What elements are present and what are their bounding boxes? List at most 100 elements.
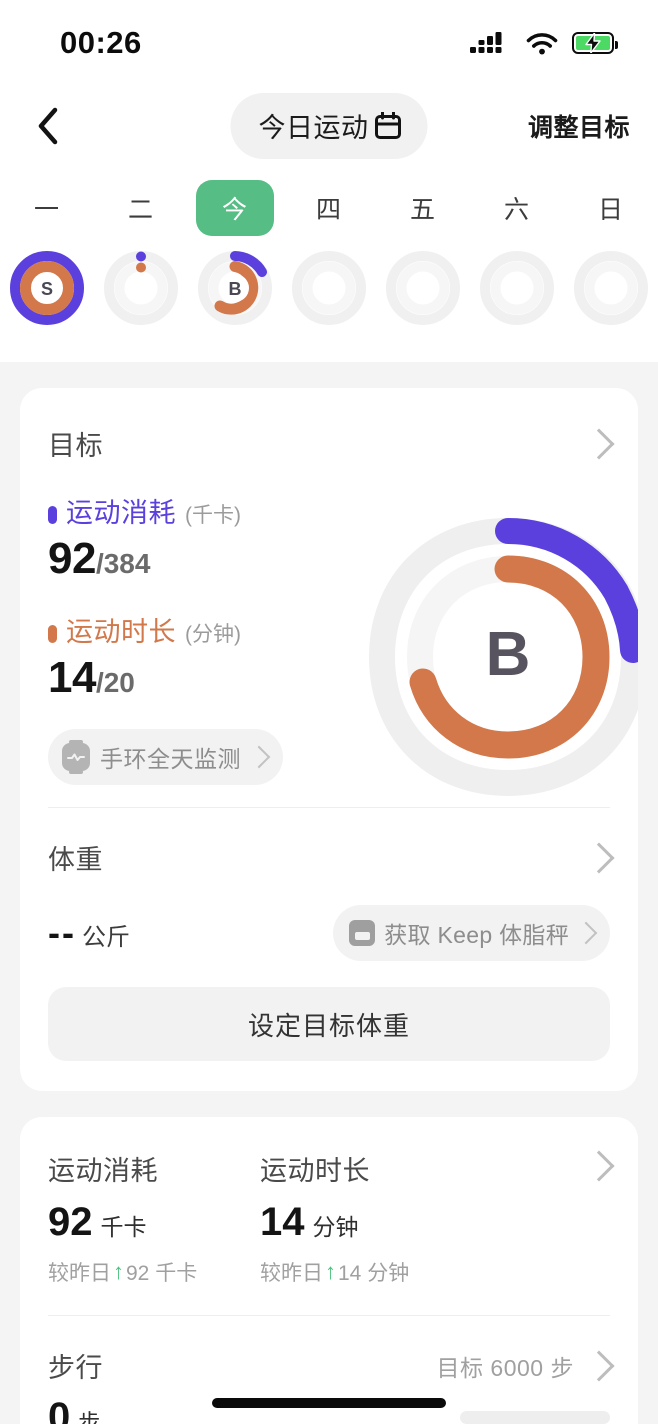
steps-goal-group[interactable]: 目标 6000 步	[436, 1349, 615, 1383]
compare-value: 92 千卡	[126, 1262, 198, 1285]
scale-icon	[349, 920, 376, 946]
steps-progress-bar	[460, 1411, 610, 1424]
steps-value: 0	[48, 1395, 71, 1424]
stat-duration: 运动时长 14 分钟 较昨日 ↑ 14 分钟	[260, 1149, 472, 1287]
stat-calories: 运动消耗 92 千卡 较昨日 ↑ 92 千卡	[48, 1149, 260, 1287]
page-title: 今日运动	[258, 113, 369, 143]
day-badge-letter: B	[229, 279, 242, 299]
steps-title: 步行	[48, 1353, 103, 1383]
weight-section: 体重 -- 公斤 获取 Keep 体脂秤 设定目标体重	[48, 808, 615, 1061]
chevron-right-icon[interactable]	[583, 1150, 615, 1182]
steps-value-group: 0 步	[48, 1395, 100, 1424]
week-day-strip: 一 S 二 今 B 四 五 六 日	[0, 166, 658, 362]
day-label: 五	[409, 196, 436, 224]
day-badge-letter: S	[41, 279, 53, 299]
chevron-right-icon[interactable]	[583, 427, 615, 460]
day-item-thu[interactable]: 四	[282, 180, 376, 328]
arrow-up-icon: ↑	[325, 1259, 336, 1284]
stat-value-group: 14 分钟	[260, 1200, 472, 1245]
stats-card: 运动消耗 92 千卡 较昨日 ↑ 92 千卡 运动时长 14 分钟 较昨日 ↑ …	[20, 1117, 638, 1424]
day-ring-dots	[101, 248, 181, 328]
calendar-icon[interactable]	[375, 110, 402, 140]
day-label: 二	[127, 196, 154, 224]
day-ring-partial: B	[195, 248, 275, 328]
stat-title: 运动时长	[260, 1156, 370, 1186]
home-indicator	[212, 1398, 446, 1408]
status-icons	[470, 31, 618, 55]
duration-color-dot	[48, 625, 57, 643]
metric-current: 14	[48, 653, 96, 702]
day-item-mon[interactable]: 一 S	[0, 180, 94, 328]
compare-prefix: 较昨日	[48, 1262, 111, 1285]
stat-value-group: 92 千卡	[48, 1200, 260, 1245]
keep-pill-label: 获取 Keep 体脂秤	[384, 922, 569, 948]
chevron-left-icon	[38, 107, 58, 145]
weight-title: 体重	[48, 845, 103, 875]
ring-badge-letter: B	[486, 620, 531, 689]
chevron-right-icon[interactable]	[583, 841, 615, 874]
metric-name: 运动时长	[66, 617, 176, 647]
watch-icon	[62, 743, 90, 771]
metric-duration-label: 运动时长 (分钟)	[48, 610, 368, 649]
chevron-right-icon	[247, 745, 271, 769]
day-item-today[interactable]: 今 B	[188, 180, 282, 328]
weight-value: --	[48, 912, 76, 953]
day-label: 一	[33, 196, 60, 224]
goal-card: 目标 运动消耗 (千卡) 92 /384 运动时长 (分钟) 14 /20 手环…	[20, 388, 638, 1091]
band-monitoring-pill[interactable]: 手环全天监测	[48, 729, 283, 785]
steps-goal-label: 目标 6000 步	[436, 1354, 574, 1381]
day-item-fri[interactable]: 五	[376, 180, 470, 328]
get-keep-scale-pill[interactable]: 获取 Keep 体脂秤	[333, 905, 610, 961]
metric-calorie-value: 92 /384	[48, 534, 368, 584]
day-label: 四	[315, 196, 342, 224]
day-ring-empty	[571, 248, 651, 328]
day-label-today: 今	[196, 180, 274, 236]
metric-total: /20	[95, 667, 135, 698]
goal-title: 目标	[48, 431, 103, 461]
weight-value-group: -- 公斤	[48, 912, 130, 954]
metric-current: 92	[48, 534, 96, 583]
day-item-sat[interactable]: 六	[470, 180, 564, 328]
compare-value: 14 分钟	[338, 1262, 410, 1285]
day-item-sun[interactable]: 日	[564, 180, 658, 328]
app-screen: 00:26 今日运动 调整目标 一 S 二 今 B 四 五 六 日 目标 运动消…	[0, 0, 658, 1424]
goal-body: 运动消耗 (千卡) 92 /384 运动时长 (分钟) 14 /20 手环全天监…	[48, 463, 638, 797]
signal-bars-icon	[470, 31, 510, 55]
day-ring-empty	[477, 248, 557, 328]
metric-unit: (分钟)	[185, 623, 241, 646]
stat-comparison: 较昨日 ↑ 14 分钟	[260, 1257, 472, 1287]
set-target-weight-button[interactable]: 设定目标体重	[48, 987, 610, 1061]
adjust-goal-button[interactable]: 调整目标	[528, 108, 630, 144]
calorie-color-dot	[48, 506, 57, 524]
metric-duration-value: 14 /20	[48, 653, 368, 703]
metric-calorie-label: 运动消耗 (千卡)	[48, 491, 368, 530]
stat-value: 14	[260, 1200, 305, 1244]
day-label: 日	[597, 196, 624, 224]
weight-unit: 公斤	[81, 924, 130, 951]
status-bar: 00:26	[0, 0, 658, 86]
today-workout-title-pill[interactable]: 今日运动	[230, 93, 428, 159]
stat-unit: 千卡	[100, 1214, 147, 1240]
steps-header[interactable]: 步行 目标 6000 步	[48, 1346, 615, 1385]
day-label: 六	[503, 196, 530, 224]
wifi-icon	[526, 32, 558, 55]
battery-charging-icon	[572, 32, 618, 54]
chevron-right-icon	[574, 921, 598, 945]
weight-header[interactable]: 体重	[48, 838, 615, 877]
goal-metrics: 运动消耗 (千卡) 92 /384 运动时长 (分钟) 14 /20 手环全天监…	[48, 463, 368, 785]
goal-header[interactable]: 目标	[48, 424, 615, 463]
day-ring-empty	[383, 248, 463, 328]
stat-value: 92	[48, 1200, 93, 1244]
chevron-right-icon[interactable]	[583, 1349, 615, 1382]
day-item-tue[interactable]: 二	[94, 180, 188, 328]
band-pill-label: 手环全天监测	[100, 746, 241, 772]
back-button[interactable]	[26, 104, 70, 148]
day-ring-full: S	[7, 248, 87, 328]
arrow-up-icon: ↑	[113, 1259, 124, 1284]
metric-name: 运动消耗	[66, 498, 176, 528]
nav-bar: 今日运动 调整目标	[0, 86, 658, 166]
stats-row[interactable]: 运动消耗 92 千卡 较昨日 ↑ 92 千卡 运动时长 14 分钟 较昨日 ↑ …	[48, 1149, 615, 1287]
stat-comparison: 较昨日 ↑ 92 千卡	[48, 1257, 260, 1287]
weight-row: -- 公斤 获取 Keep 体脂秤	[48, 905, 610, 961]
status-time: 00:26	[60, 25, 142, 60]
